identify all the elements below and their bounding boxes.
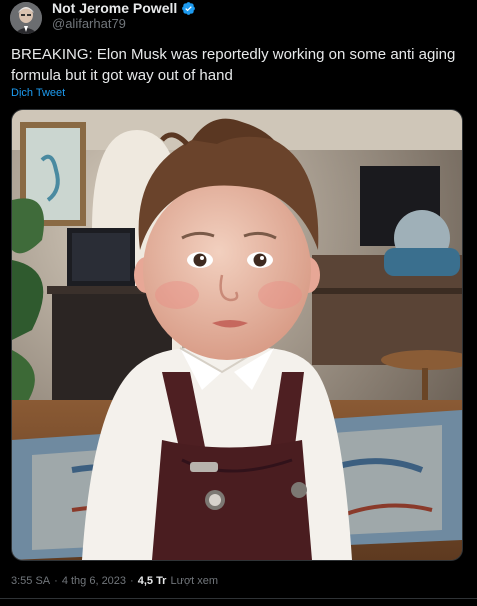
- author-avatar[interactable]: [10, 2, 42, 34]
- author-handle[interactable]: @alifarhat79: [52, 16, 126, 31]
- views-count[interactable]: 4,5 Tr: [138, 575, 167, 587]
- translate-tweet-link[interactable]: Dịch Tweet: [11, 87, 65, 99]
- divider: [0, 598, 477, 599]
- meta-separator: ·: [130, 575, 134, 587]
- verified-badge-icon: [181, 1, 196, 16]
- views-label: Lượt xem: [170, 575, 219, 587]
- author-display-name[interactable]: Not Jerome Powell: [52, 0, 177, 16]
- tweet-meta: 3:55 SA · 4 thg 6, 2023 · 4,5 Tr Lượt xe…: [11, 575, 218, 587]
- tweet-text: BREAKING: Elon Musk was reportedly worki…: [11, 46, 456, 84]
- tweet-photo[interactable]: [11, 109, 463, 561]
- tweet-date[interactable]: 4 thg 6, 2023: [62, 575, 126, 587]
- avatar-image: [10, 2, 42, 34]
- author-name-row[interactable]: Not Jerome Powell: [52, 0, 196, 16]
- tweet-card: Not Jerome Powell @alifarhat79 BREAKING:…: [0, 0, 477, 606]
- photo-icon: [12, 110, 462, 560]
- meta-separator: ·: [54, 575, 58, 587]
- tweet-time[interactable]: 3:55 SA: [11, 575, 50, 587]
